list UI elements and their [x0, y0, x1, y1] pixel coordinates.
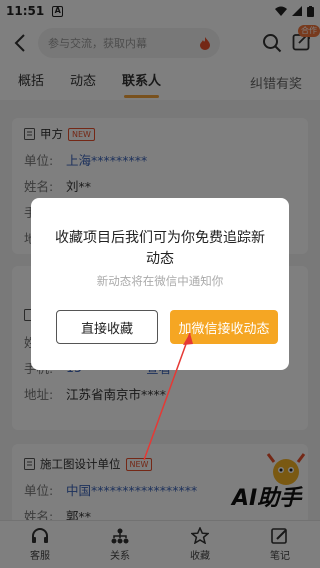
add-wechat-button[interactable]: 加微信接收动态	[170, 310, 278, 344]
dialog-title: 收藏项目后我们可为你免费追踪新动态	[55, 230, 265, 267]
favorite-dialog: 收藏项目后我们可为你免费追踪新动态 新动态将在微信中通知你 直接收藏 加微信接收…	[31, 198, 289, 370]
direct-favorite-button[interactable]: 直接收藏	[56, 310, 158, 344]
dialog-subtitle: 新动态将在微信中通知你	[96, 274, 224, 288]
dialog-buttons: 直接收藏 加微信接收动态	[56, 310, 278, 344]
